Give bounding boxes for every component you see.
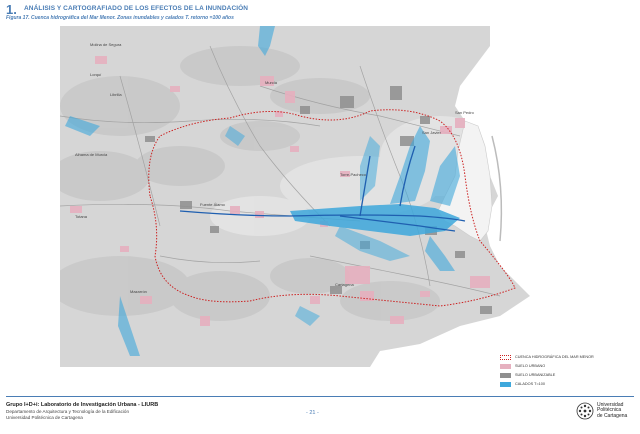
page-number: - 21 -: [306, 410, 319, 416]
place-label: San Javier: [422, 130, 442, 135]
place-label: Murcia: [265, 80, 278, 85]
place-label: San Pedro: [455, 110, 475, 115]
university-brand: Universidad Politécnica de Cartagena: [576, 402, 627, 420]
legend-label: CUENCA HIDROGRÁFICA DEL MAR MENOR: [515, 355, 594, 359]
place-label: Librilla: [110, 92, 122, 97]
university-logo-icon: [576, 402, 594, 420]
legend-item-flood: CALADOS T=100: [500, 380, 545, 388]
legend-label: SUELO URBANO: [515, 364, 546, 368]
place-label: Lorquí: [90, 72, 102, 77]
research-group: Grupo I+D+i: Laboratorio de Investigació…: [6, 402, 159, 408]
blue-swatch-icon: [500, 381, 511, 387]
university-name: Universidad Politécnica de Cartagena: [6, 415, 83, 420]
map-legend: CUENCA HIDROGRÁFICA DEL MAR MENOR SUELO …: [496, 352, 634, 392]
figure-caption: Figura 17. Cuenca hidrográfica del Mar M…: [6, 15, 234, 21]
place-label: Alhama de Murcia: [75, 152, 108, 157]
legend-item-urban: SUELO URBANO: [500, 362, 545, 370]
wordmark-line: de Cartagena: [597, 412, 628, 419]
flood-map: Molina de Segura Lorquí Librilla Alhama …: [60, 26, 640, 367]
footer-divider: [6, 396, 634, 397]
university-wordmark: Universidad Politécnica de Cartagena: [597, 402, 628, 420]
legend-item-basin: CUENCA HIDROGRÁFICA DEL MAR MENOR: [500, 353, 594, 361]
place-label: Totana: [75, 214, 88, 219]
place-label: Cartagena: [335, 282, 354, 287]
legend-item-developable: SUELO URBANIZABLE: [500, 371, 555, 379]
page-header: 1. ANÁLISIS Y CARTOGRAFIADO DE LOS EFECT…: [6, 2, 634, 24]
grey-swatch-icon: [500, 372, 511, 378]
dotted-border-swatch-icon: [500, 354, 511, 360]
section-title: ANÁLISIS Y CARTOGRAFIADO DE LOS EFECTOS …: [24, 5, 249, 12]
place-label: Fuente Álamo: [200, 202, 226, 207]
place-label: Mazarrón: [130, 289, 147, 294]
legend-label: CALADOS T=100: [515, 382, 546, 386]
footer-credits: Grupo I+D+i: Laboratorio de Investigació…: [6, 402, 158, 420]
department: Departamento de Arquitectura y Tecnologí…: [6, 409, 130, 414]
place-label: Torre-Pacheco: [340, 172, 367, 177]
map-svg: Molina de Segura Lorquí Librilla Alhama …: [60, 26, 640, 367]
place-label: Molina de Segura: [90, 42, 122, 47]
legend-label: SUELO URBANIZABLE: [515, 373, 556, 377]
pink-swatch-icon: [500, 363, 511, 369]
